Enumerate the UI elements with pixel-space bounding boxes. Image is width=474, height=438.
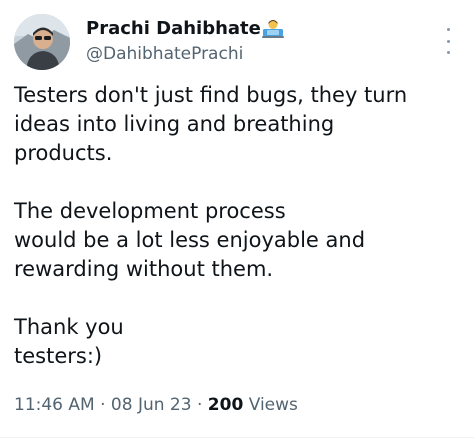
more-dot (446, 28, 450, 31)
views-count[interactable]: 200 (208, 395, 244, 415)
tweet-line: would be a lot less enjoyable and (14, 228, 366, 252)
avatar[interactable] (14, 14, 70, 70)
meta-separator: · (196, 395, 203, 415)
tweet-header: Prachi Dahibhate @DahibhatePrachi (14, 14, 460, 72)
tweet-line: The development process (14, 199, 286, 223)
author-display-name-row[interactable]: Prachi Dahibhate (86, 18, 284, 40)
more-options-icon[interactable] (440, 28, 456, 54)
meta-separator: · (100, 395, 106, 415)
tweet-line: testers:) (14, 344, 103, 368)
more-dot (446, 39, 450, 43)
author-names: Prachi Dahibhate @DahibhatePrachi (86, 18, 284, 64)
tweet-line: Testers don't just find bugs, they turn (14, 83, 408, 107)
more-dot (446, 51, 450, 54)
tweet-line: products. (14, 141, 113, 165)
tweet-line: Thank you (14, 315, 124, 339)
tweet-time[interactable]: 11:46 AM (14, 395, 95, 415)
author-display-name[interactable]: Prachi Dahibhate (86, 18, 261, 40)
technologist-emoji-icon (261, 18, 284, 38)
tweet-date[interactable]: 08 Jun 23 (111, 395, 192, 415)
views-label[interactable]: Views (249, 395, 298, 415)
tweet-line: rewarding without them. (14, 257, 274, 281)
author-handle[interactable]: @DahibhatePrachi (86, 44, 284, 64)
tweet[interactable]: Prachi Dahibhate @DahibhatePrachi Tester… (0, 0, 474, 438)
tweet-line: ideas into living and breathing (14, 112, 335, 136)
tweet-meta: 11:46 AM · 08 Jun 23 · 200 Views (14, 394, 298, 416)
avatar-image (14, 14, 70, 70)
tweet-text: Testers don't just find bugs, they turn … (14, 81, 462, 371)
